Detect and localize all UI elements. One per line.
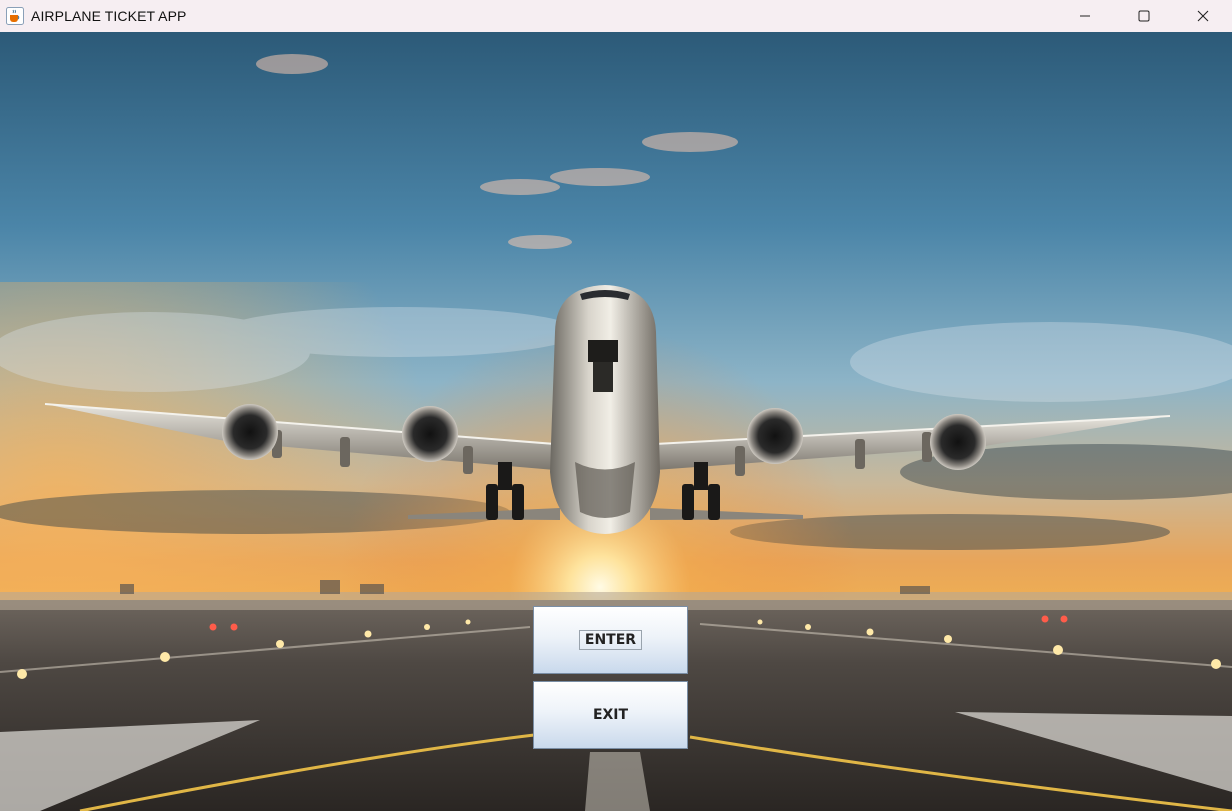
window-title: AIRPLANE TICKET APP [31,8,187,24]
minimize-button[interactable] [1055,0,1114,32]
close-icon [1197,10,1208,22]
enter-button-label: ENTER [578,630,643,650]
maximize-icon [1138,10,1149,22]
app-window: AIRPLANE TICKET APP ENTER EXIT [0,0,1232,811]
maximize-button[interactable] [1114,0,1173,32]
enter-button[interactable]: ENTER [533,606,688,674]
exit-button-label: EXIT [592,707,629,723]
exit-button[interactable]: EXIT [533,681,688,749]
close-button[interactable] [1173,0,1232,32]
main-panel: ENTER EXIT [0,32,1232,811]
minimize-icon [1079,15,1090,17]
java-cup-icon[interactable] [6,7,24,25]
title-bar[interactable]: AIRPLANE TICKET APP [0,0,1232,33]
window-controls [1055,0,1232,32]
